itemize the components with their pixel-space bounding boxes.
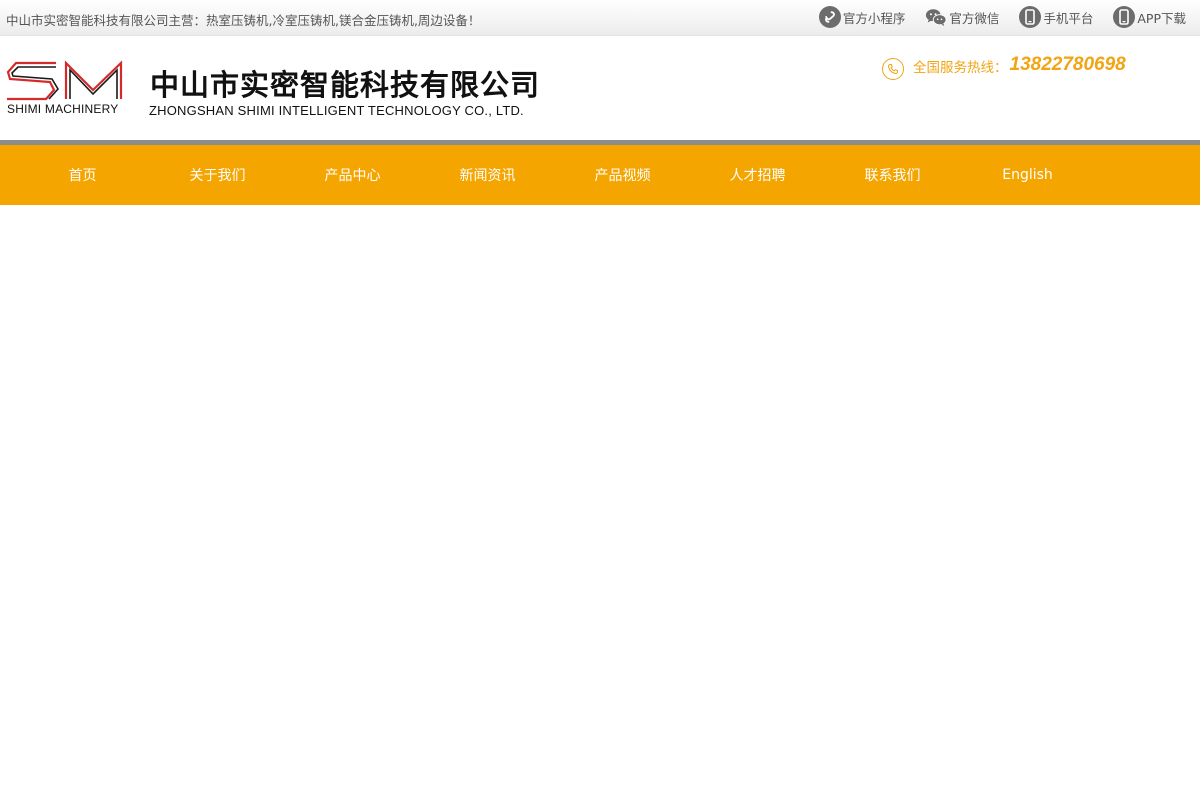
app-download-link[interactable]: APP下载 — [1113, 6, 1186, 28]
top-bar: 中山市实密智能科技有限公司主营：热室压铸机,冷室压铸机,镁合金压铸机,周边设备！… — [0, 0, 1200, 36]
mini-program-icon — [818, 6, 841, 28]
mobile-platform-link[interactable]: 手机平台 — [1019, 6, 1093, 28]
sm-logo[interactable] — [6, 60, 126, 106]
company-name-cn: 中山市实密智能科技有限公司 — [150, 68, 541, 102]
company-name-en: ZHONGSHAN SHIMI INTELLIGENT TECHNOLOGY C… — [149, 103, 524, 118]
mobile-platform-label: 手机平台 — [1043, 10, 1094, 26]
nav-item-about[interactable]: 关于我们 — [150, 145, 285, 205]
nav-item-news[interactable]: 新闻资讯 — [420, 145, 555, 205]
main-nav: 首页 关于我们 产品中心 新闻资讯 产品视频 人才招聘 联系我们 English — [0, 145, 1200, 205]
app-download-label: APP下载 — [1137, 10, 1186, 26]
mini-program-link[interactable]: 官方小程序 — [818, 6, 906, 28]
logo-subtitle: SHIMI MACHINERY — [7, 102, 119, 116]
wechat-link[interactable]: 官方微信 — [925, 6, 999, 28]
mobile-icon — [1113, 6, 1136, 28]
nav-item-products[interactable]: 产品中心 — [285, 145, 420, 205]
nav-item-home[interactable]: 首页 — [15, 145, 150, 205]
hotline-label: 全国服务热线： — [913, 60, 1008, 76]
nav-item-careers[interactable]: 人才招聘 — [690, 145, 825, 205]
mobile-icon — [1019, 6, 1042, 28]
hotline-number[interactable]: 13822780698 — [1010, 54, 1126, 76]
top-links: 官方小程序 官方微信 手机平台 APP下载 — [799, 6, 1186, 28]
wechat-label: 官方微信 — [949, 10, 1000, 26]
site-header: SHIMI MACHINERY 中山市实密智能科技有限公司 ZHONGSHAN … — [0, 36, 1200, 140]
mini-program-label: 官方小程序 — [842, 10, 906, 26]
phone-icon — [882, 58, 904, 80]
slogan-text: 中山市实密智能科技有限公司主营：热室压铸机,冷室压铸机,镁合金压铸机,周边设备！ — [6, 13, 481, 28]
nav-item-contact[interactable]: 联系我们 — [825, 145, 960, 205]
nav-item-english[interactable]: English — [960, 145, 1095, 205]
service-hotline: 全国服务热线： 13822780698 — [882, 54, 1126, 80]
wechat-icon — [925, 6, 947, 28]
nav-item-videos[interactable]: 产品视频 — [555, 145, 690, 205]
